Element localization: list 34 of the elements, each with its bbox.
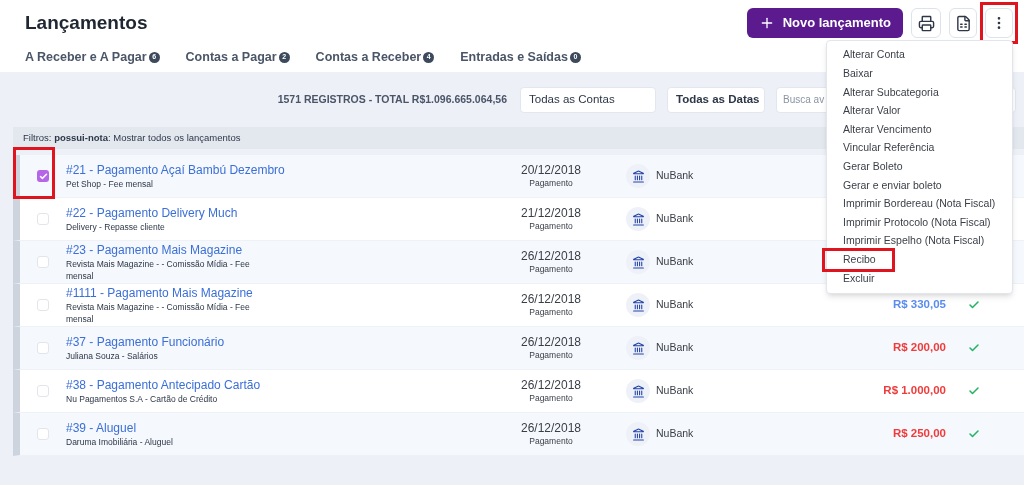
entry-type: Pagamento <box>529 219 573 233</box>
bank-name: NuBank <box>656 254 694 270</box>
entry-type: Pagamento <box>529 348 573 362</box>
entry-subtitle: Revista Mais Magazine - - Comissão Mídia - Fee mensal <box>66 300 251 325</box>
entry-date: 20/12/2018 <box>520 162 582 177</box>
entry-date: 26/12/2018 <box>520 377 582 392</box>
entry-type: Pagamento <box>529 434 573 448</box>
entry-date: 26/12/2018 <box>520 420 582 435</box>
records-summary: 1571 REGISTROS - TOTAL R$1.096.665.064,56 <box>277 91 507 107</box>
bank-name: NuBank <box>656 383 694 399</box>
entry-amount: R$ 250,00 <box>892 426 946 442</box>
entry-date: 26/12/2018 <box>520 248 582 263</box>
entry-date: 26/12/2018 <box>520 334 582 349</box>
bank-name: NuBank <box>656 340 694 356</box>
entry-date: 21/12/2018 <box>520 205 582 220</box>
bank-name: NuBank <box>656 168 694 184</box>
entry-type: Pagamento <box>529 305 573 319</box>
bank-name: NuBank <box>656 297 694 313</box>
entry-type: Pagamento <box>529 391 573 405</box>
bank-name: NuBank <box>656 426 694 442</box>
entry-subtitle: Revista Mais Magazine - - Comissão Mídia - Fee mensal <box>66 257 251 282</box>
entry-subtitle: Daruma Imobiliária - Aluguel <box>66 435 174 448</box>
entry-amount: R$ 200,00 <box>892 340 946 356</box>
bank-name: NuBank <box>656 211 694 227</box>
entry-amount: R$ 1.000,00 <box>883 383 946 399</box>
entry-subtitle: Juliana Souza - Salários <box>66 349 159 362</box>
entry-subtitle: Nu Pagamentos S.A - Cartão de Crédito <box>66 392 219 405</box>
entry-subtitle: Delivery - Repasse cliente <box>66 220 166 233</box>
entry-date: 26/12/2018 <box>520 291 582 306</box>
page-title: Lançamentos <box>25 10 148 35</box>
entry-subtitle: Pet Shop - Fee mensal <box>66 177 154 190</box>
entry-type: Pagamento <box>529 262 573 276</box>
entry-amount: R$ 330,05 <box>892 297 946 313</box>
entry-type: Pagamento <box>529 176 573 190</box>
